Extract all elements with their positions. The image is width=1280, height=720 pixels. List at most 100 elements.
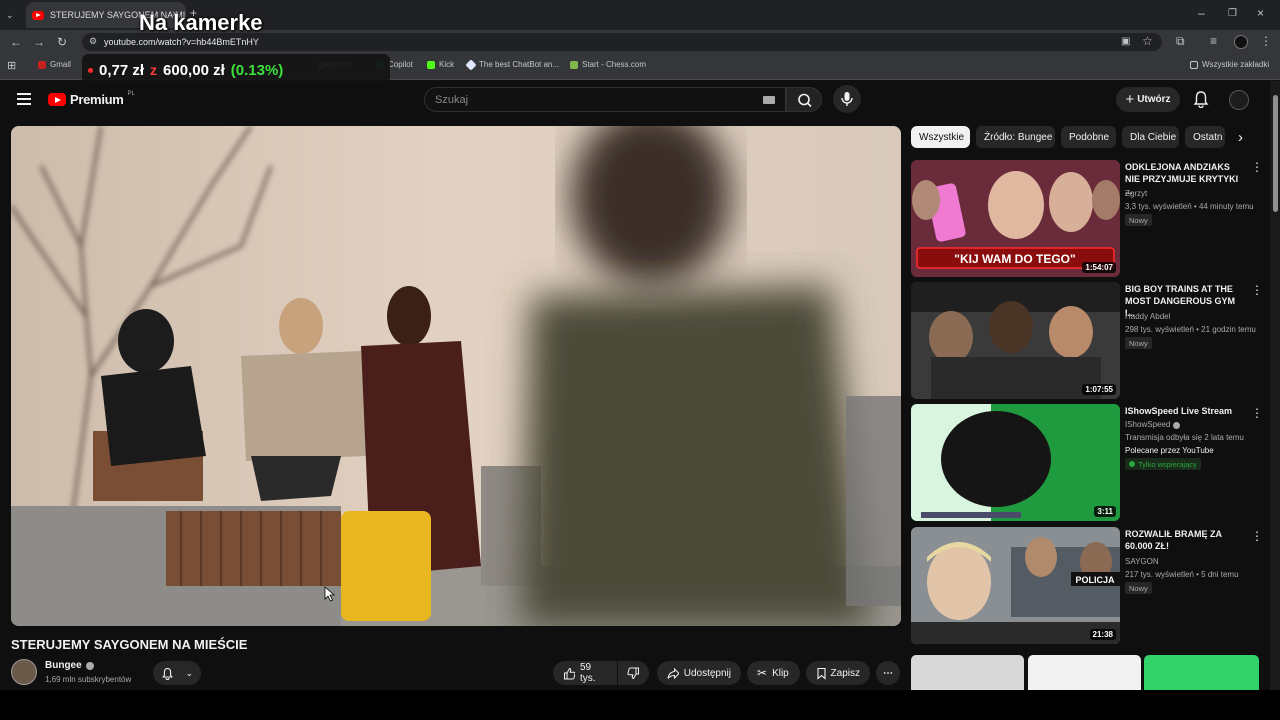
recommendation-channel[interactable]: Zgrzyt [1125, 188, 1147, 200]
live-dot-icon [88, 67, 93, 73]
like-count: 59 tys. [579, 662, 596, 684]
ticker-total: 600,00 zł [163, 61, 225, 79]
recommendation-thumbnail[interactable]: POLICJA 21:38 [911, 527, 1120, 644]
bookmark-label: Copilot [388, 60, 413, 69]
bookmark-label: The best ChatBot an... [479, 60, 560, 69]
url-text: youtube.com/watch?v=hb44BmETnHY [104, 37, 259, 47]
thumbnail-image [911, 404, 1120, 521]
share-button[interactable]: Udostępnij [657, 661, 741, 685]
share-icon [667, 667, 679, 679]
thumbnail-caption: POLICJA [1075, 575, 1115, 585]
create-label: Utwórz [1137, 94, 1171, 105]
media-control-icon[interactable]: ≡ [1210, 35, 1217, 47]
account-avatar[interactable] [1229, 90, 1249, 110]
recommendation-channel[interactable]: SAYGON [1125, 556, 1159, 568]
recommendation-title[interactable]: IShowSpeed Live Stream [1125, 405, 1247, 417]
chess-icon [570, 60, 578, 69]
bookmark-star-icon[interactable]: ☆ [1142, 35, 1153, 47]
window-close-icon[interactable]: × [1257, 7, 1264, 19]
youtube-logo[interactable]: Premium PL [48, 91, 135, 107]
reload-icon[interactable]: ↻ [57, 36, 67, 48]
chip-label: Wszystkie [919, 131, 964, 143]
back-icon[interactable]: ← [10, 36, 22, 48]
bookmark-chatbot[interactable]: The best ChatBot an... [465, 58, 560, 71]
more-options-icon[interactable]: ⋮ [1251, 284, 1263, 296]
more-options-icon[interactable]: ⋮ [1251, 407, 1263, 419]
thumbnail-image: "KIJ WAM DO TEGO" [911, 160, 1120, 277]
all-bookmarks[interactable]: Wszystkie zakładki [1190, 60, 1269, 69]
thumbs-down-icon [627, 667, 639, 679]
recommendation-thumbnail[interactable]: "KIJ WAM DO TEGO" 1:54:07 [911, 160, 1120, 277]
recommendation-channel[interactable]: Haddy Abdel [1125, 311, 1170, 323]
save-button[interactable]: Zapisz [806, 661, 870, 685]
bookmark-chess[interactable]: Start - Chess.com [570, 60, 646, 69]
share-label: Udostępnij [683, 667, 731, 679]
mouse-cursor-icon [324, 586, 336, 602]
clip-button[interactable]: ✂ Klip [747, 661, 800, 685]
more-actions-button[interactable]: ⋯ [876, 661, 900, 685]
more-icon: ⋯ [883, 667, 893, 679]
channel-avatar[interactable] [11, 659, 37, 685]
chip-dla-ciebie[interactable]: Dla Ciebie [1122, 126, 1179, 148]
tab-search-icon[interactable]: ⌄ [6, 9, 14, 21]
new-badge: Nowy [1125, 337, 1152, 349]
subscribed-bell-button[interactable]: ⌄ [153, 661, 201, 685]
save-label: Zapisz [830, 667, 860, 679]
chip-ostatnio[interactable]: Ostatn [1185, 126, 1225, 148]
notifications-bell-icon[interactable] [1192, 90, 1210, 108]
scrollbar-thumb[interactable] [1273, 95, 1278, 212]
search-input[interactable]: Szukaj [424, 87, 786, 112]
dislike-button[interactable] [618, 661, 649, 685]
video-player[interactable] [11, 126, 901, 626]
extensions-icon[interactable]: ⧉ [1176, 35, 1185, 47]
thumbnail-image [911, 282, 1120, 399]
recommendation-thumbnail[interactable]: 1:07:55 [911, 282, 1120, 399]
youtube-play-icon [48, 93, 66, 106]
apps-grid-icon[interactable]: ⊞ [7, 60, 16, 72]
bookmark-gmail[interactable]: Gmail [38, 60, 71, 69]
duration-badge: 1:54:07 [1082, 262, 1116, 273]
cast-icon[interactable]: ▣ [1121, 36, 1130, 48]
minimize-icon[interactable]: – [1198, 7, 1205, 19]
create-button[interactable]: + Utwórz [1116, 87, 1180, 112]
partial-thumbnail[interactable] [911, 655, 1024, 690]
partial-thumbnail[interactable] [1028, 655, 1141, 690]
members-icon [1129, 461, 1135, 467]
recommendation-meta: 217 tys. wyświetleń • 5 dni temu [1125, 570, 1239, 579]
all-bookmarks-label: Wszystkie zakładki [1202, 60, 1270, 69]
recommendation-channel[interactable]: IShowSpeed [1125, 419, 1181, 431]
bookmark-kick[interactable]: Kick [427, 60, 454, 69]
search-placeholder: Szukaj [435, 93, 469, 106]
chip-wszystkie[interactable]: Wszystkie [911, 126, 970, 148]
browser-menu-icon[interactable]: ⋮ [1260, 35, 1272, 47]
profile-avatar[interactable] [1234, 35, 1248, 49]
chip-label: Ostatn [1193, 131, 1223, 143]
chatbot-icon [465, 58, 477, 71]
bookmark-label: Kick [439, 60, 455, 69]
chip-podobne[interactable]: Podobne [1061, 126, 1116, 148]
more-options-icon[interactable]: ⋮ [1251, 161, 1263, 173]
chevron-right-icon[interactable]: › [1238, 129, 1243, 146]
video-title: STERUJEMY SAYGONEM NA MIEŚCIE [11, 637, 248, 652]
voice-search-button[interactable] [833, 85, 861, 113]
partial-thumbnail[interactable] [1144, 655, 1259, 690]
chip-scroll-fade [1225, 126, 1265, 152]
chip-label: Źródło: Bungee [984, 131, 1053, 143]
like-button[interactable]: 59 tys. [553, 661, 617, 685]
channel-name[interactable]: Bungee [45, 660, 94, 671]
hamburger-menu-icon[interactable] [17, 93, 31, 105]
more-options-icon[interactable]: ⋮ [1251, 530, 1263, 542]
bookmark-label: Start - Chess.com [582, 60, 647, 69]
maximize-icon[interactable]: ❐ [1228, 8, 1237, 20]
bell-icon [162, 667, 173, 680]
recommendation-title[interactable]: ROZWALIŁ BRAMĘ ZA 60.000 ZŁ! [1125, 528, 1247, 552]
chip-source-bungee[interactable]: Źródło: Bungee [976, 126, 1055, 148]
search-button[interactable] [786, 87, 822, 112]
forward-icon[interactable]: → [33, 36, 45, 48]
keyboard-icon[interactable] [763, 96, 775, 104]
site-info-icon[interactable]: ⚙ [89, 36, 97, 47]
ticker-from: z [150, 62, 158, 78]
chip-label: Podobne [1069, 131, 1110, 143]
chevron-down-icon: ⌄ [185, 667, 193, 678]
recommendation-thumbnail[interactable]: 3:11 [911, 404, 1120, 521]
